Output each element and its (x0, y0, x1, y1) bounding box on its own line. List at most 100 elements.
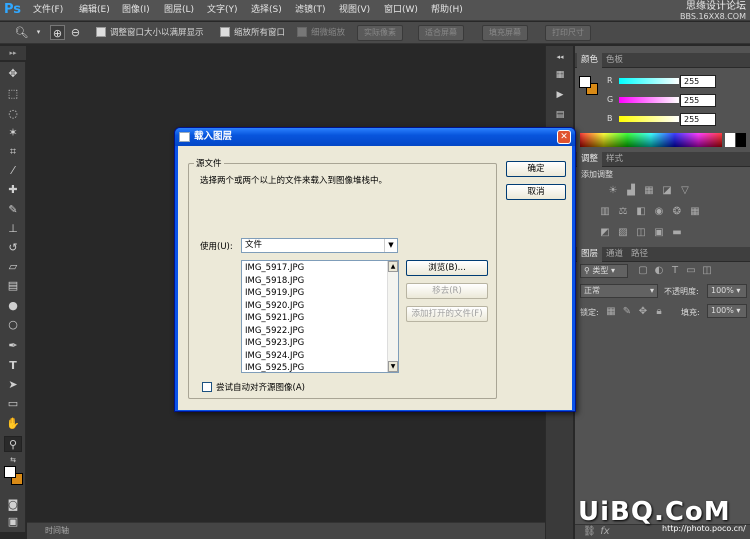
selective-color-adjustment-icon[interactable]: ▣ (653, 227, 665, 239)
threshold-adjustment-icon[interactable]: ◫ (635, 227, 647, 239)
auto-align-checkbox[interactable] (202, 382, 212, 392)
file-list-scrollbar[interactable]: ▲ ▼ (387, 261, 398, 372)
history-brush-tool-icon[interactable]: ↺ (4, 240, 22, 256)
foreground-color-swatch[interactable] (4, 466, 16, 478)
zoom-all-checkbox[interactable] (220, 27, 230, 37)
posterize-adjustment-icon[interactable]: ▨ (617, 227, 629, 239)
list-item[interactable]: IMG_5919.JPG (245, 288, 304, 298)
zoom-tool-icon[interactable]: 🔍︎ (14, 25, 29, 40)
cancel-button[interactable]: 取消 (506, 184, 566, 200)
channel-g-value[interactable]: 255 (680, 94, 716, 107)
menu-type[interactable]: 文字(Y) (207, 0, 238, 21)
list-item[interactable]: IMG_5917.JPG (245, 263, 304, 273)
crop-tool-icon[interactable]: ⌗ (4, 144, 22, 160)
list-item[interactable]: IMG_5925.JPG (245, 363, 304, 372)
toolbox-header[interactable]: ▸▸ (0, 46, 26, 60)
list-item[interactable]: IMG_5922.JPG (245, 326, 304, 336)
gradient-tool-icon[interactable]: ▤ (4, 278, 22, 294)
filter-adjustment-icon[interactable]: ◐ (653, 265, 665, 277)
properties-panel-icon[interactable]: ▤ (552, 108, 568, 122)
lock-pixels-icon[interactable]: ✎ (621, 306, 633, 318)
levels-adjustment-icon[interactable]: ▟ (625, 185, 637, 197)
menu-edit[interactable]: 编辑(E) (79, 0, 110, 21)
filter-type-icon[interactable]: T (669, 265, 681, 277)
timeline-label[interactable]: 时间轴 (45, 525, 69, 536)
type-tool-icon[interactable]: T (4, 358, 22, 374)
tab-adjustments[interactable]: 调整 (577, 152, 603, 167)
black-ramp-swatch[interactable] (736, 133, 746, 147)
channel-b-slider[interactable] (619, 116, 679, 122)
path-selection-tool-icon[interactable]: ➤ (4, 377, 22, 393)
menu-view[interactable]: 视图(V) (339, 0, 370, 21)
scrubby-zoom-checkbox[interactable] (297, 27, 307, 37)
black-white-adjustment-icon[interactable]: ◧ (635, 206, 647, 218)
menu-window[interactable]: 窗口(W) (384, 0, 418, 21)
scroll-up-icon[interactable]: ▲ (388, 261, 398, 272)
photo-filter-adjustment-icon[interactable]: ◉ (653, 206, 665, 218)
layer-style-icon[interactable]: fx (599, 526, 611, 538)
filter-shape-icon[interactable]: ▭ (685, 265, 697, 277)
filter-pixel-icon[interactable]: ▢ (637, 265, 649, 277)
filter-smart-object-icon[interactable]: ◫ (701, 265, 713, 277)
eraser-tool-icon[interactable]: ▱ (4, 259, 22, 275)
print-size-button[interactable]: 打印尺寸 (545, 25, 591, 41)
menu-image[interactable]: 图像(I) (122, 0, 150, 21)
channel-b-value[interactable]: 255 (680, 113, 716, 126)
tab-color[interactable]: 颜色 (577, 53, 603, 68)
add-open-files-button[interactable]: 添加打开的文件(F) (406, 306, 488, 322)
white-ramp-swatch[interactable] (725, 133, 735, 147)
dialog-titlebar[interactable]: 载入图层 ✕ (175, 128, 575, 146)
exposure-adjustment-icon[interactable]: ◪ (661, 185, 673, 197)
opacity-input[interactable]: 100% ▾ (707, 284, 747, 298)
resize-windows-checkbox[interactable] (96, 27, 106, 37)
invert-adjustment-icon[interactable]: ◩ (599, 227, 611, 239)
list-item[interactable]: IMG_5923.JPG (245, 338, 304, 348)
hand-tool-icon[interactable]: ✋ (4, 416, 22, 432)
tab-swatches[interactable]: 色板 (602, 53, 627, 68)
vibrance-adjustment-icon[interactable]: ▽ (679, 185, 691, 197)
lock-all-icon[interactable]: 🔒︎ (653, 306, 665, 318)
move-tool-icon[interactable]: ✥ (4, 66, 22, 82)
lock-transparent-icon[interactable]: ▦ (605, 306, 617, 318)
history-panel-icon[interactable]: ▦ (552, 68, 568, 82)
chevron-down-icon[interactable]: ▼ (384, 239, 397, 252)
marquee-tool-icon[interactable]: ⬚ (4, 86, 22, 102)
ok-button[interactable]: 确定 (506, 161, 566, 177)
rectangle-tool-icon[interactable]: ▭ (4, 396, 22, 412)
channel-g-slider[interactable] (619, 97, 679, 103)
use-select[interactable]: 文件 ▼ (241, 238, 398, 253)
hue-saturation-adjustment-icon[interactable]: ▥ (599, 206, 611, 218)
fill-screen-button[interactable]: 填充屏幕 (482, 25, 528, 41)
scroll-down-icon[interactable]: ▼ (388, 361, 398, 372)
zoom-out-icon[interactable]: ⊖ (68, 25, 83, 40)
menu-layer[interactable]: 图层(L) (164, 0, 194, 21)
curves-adjustment-icon[interactable]: ▦ (643, 185, 655, 197)
magic-wand-tool-icon[interactable]: ✶ (4, 125, 22, 141)
remove-button[interactable]: 移去(R) (406, 283, 488, 299)
blur-tool-icon[interactable]: ● (4, 298, 22, 314)
collapse-panels-icon[interactable]: ◂◂ (552, 50, 568, 64)
dodge-tool-icon[interactable]: ○ (4, 317, 22, 333)
zoom-in-icon[interactable]: ⊕ (50, 25, 65, 40)
lock-position-icon[interactable]: ✥ (637, 306, 649, 318)
zoom-tool-selected-icon[interactable]: ⚲ (4, 436, 22, 452)
color-lookup-adjustment-icon[interactable]: ▦ (689, 206, 701, 218)
healing-brush-tool-icon[interactable]: ✚ (4, 182, 22, 198)
file-list[interactable]: IMG_5917.JPG IMG_5918.JPG IMG_5919.JPG I… (241, 260, 399, 373)
tab-styles[interactable]: 样式 (602, 152, 627, 167)
menu-file[interactable]: 文件(F) (33, 0, 63, 21)
screen-mode-icon[interactable]: ▣ (4, 514, 22, 530)
browse-button[interactable]: 浏览(B)... (406, 260, 488, 276)
actual-pixels-button[interactable]: 实际像素 (357, 25, 403, 41)
panel-foreground-swatch[interactable] (579, 76, 591, 88)
layer-kind-filter[interactable]: ⚲ 类型 ▾ (580, 264, 628, 278)
channel-r-value[interactable]: 255 (680, 75, 716, 88)
clone-stamp-tool-icon[interactable]: ⊥ (4, 221, 22, 237)
menu-select[interactable]: 选择(S) (251, 0, 282, 21)
gradient-map-adjustment-icon[interactable]: ▬ (671, 227, 683, 239)
eyedropper-tool-icon[interactable]: ⁄ (4, 163, 22, 179)
link-layers-icon[interactable]: ⛓ (583, 526, 596, 538)
tool-preset-dropdown-icon[interactable]: ▾ (31, 25, 46, 40)
lasso-tool-icon[interactable]: ◌ (4, 106, 22, 122)
quick-mask-icon[interactable]: ◙ (4, 497, 22, 513)
